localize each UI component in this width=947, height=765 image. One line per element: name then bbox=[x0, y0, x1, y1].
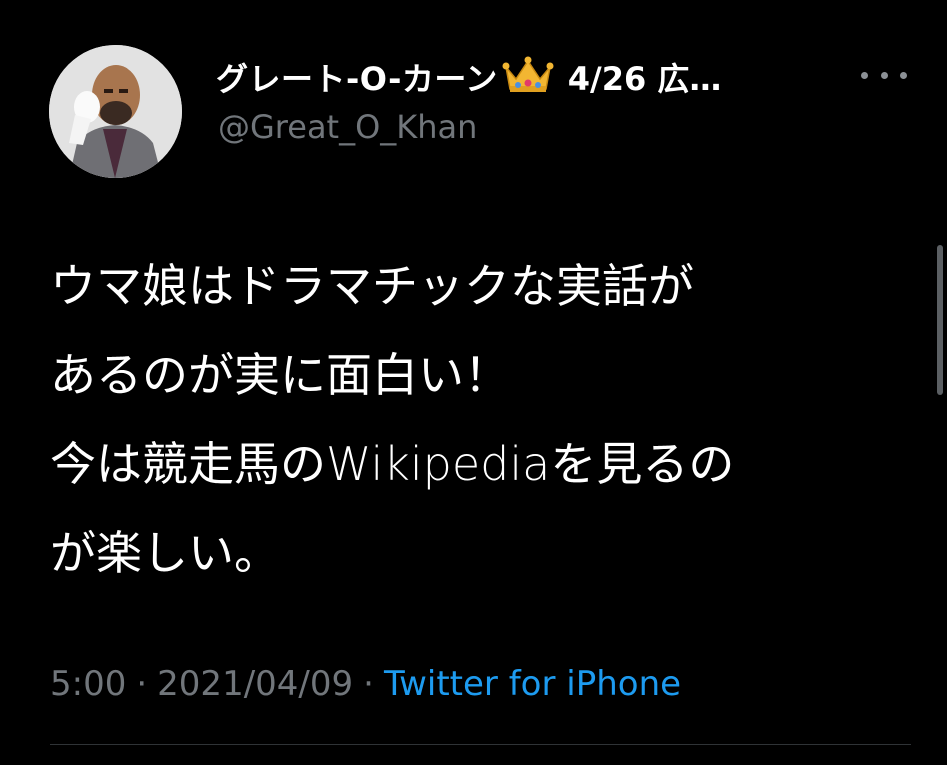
display-name[interactable]: グレート-O-カーン bbox=[216, 54, 498, 100]
avatar-image bbox=[49, 45, 182, 178]
tweet-text: ウマ娘はドラマチックな実話が あるのが実に面白い！ 今は競走馬のWikipedi… bbox=[50, 242, 920, 598]
divider bbox=[50, 744, 911, 745]
more-options-icon[interactable] bbox=[861, 60, 907, 90]
scrollbar[interactable] bbox=[937, 245, 943, 395]
crown-icon bbox=[502, 55, 554, 99]
more-dot bbox=[880, 71, 888, 79]
tweet-meta: 4/26 広… bbox=[567, 60, 722, 98]
tweet-text-line: が楽しい。 bbox=[50, 526, 280, 580]
tweet-time: 5:00 bbox=[50, 664, 127, 704]
more-dot bbox=[900, 71, 907, 79]
separator: · bbox=[136, 664, 148, 704]
source-link[interactable]: Twitter for iPhone bbox=[384, 664, 681, 704]
tweet-date: 2021/04/09 bbox=[157, 664, 354, 704]
tweet-footer: 5:00 · 2021/04/09 · Twitter for iPhone bbox=[50, 664, 681, 704]
user-handle[interactable]: @Great_O_Khan bbox=[218, 108, 477, 146]
more-dot bbox=[861, 71, 868, 79]
name-row: グレート-O-カーン 4/26 広… bbox=[216, 54, 721, 100]
tweet-text-line: ウマ娘はドラマチックな実話が bbox=[50, 259, 694, 313]
avatar[interactable] bbox=[49, 45, 182, 178]
tweet-text-line: 今は競走馬のWikipediaを見るの bbox=[50, 437, 735, 491]
separator: · bbox=[363, 664, 374, 704]
tweet-text-line: あるのが実に面白い！ bbox=[50, 348, 510, 402]
